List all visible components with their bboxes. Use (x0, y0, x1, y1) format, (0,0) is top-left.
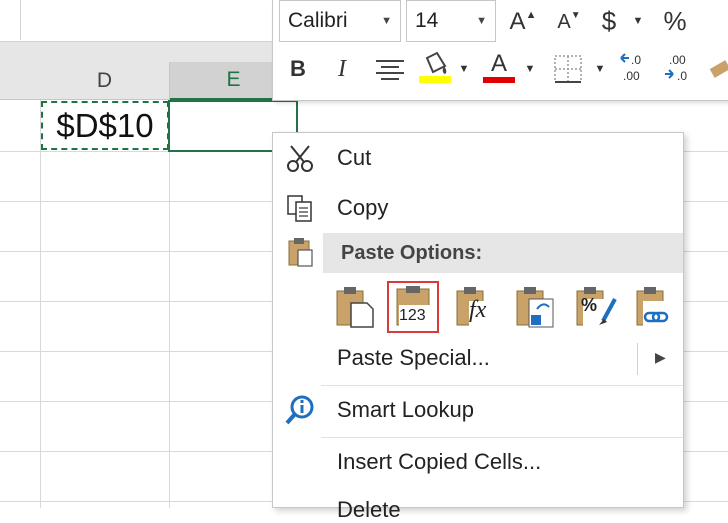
menu-item-cut[interactable]: Cut (337, 145, 371, 171)
menu-item-paste-special[interactable]: Paste Special... (337, 345, 490, 371)
smart-lookup-label: Smart Lookup (337, 397, 474, 422)
grow-font-button[interactable]: A ▲ (507, 6, 539, 38)
chevron-down-icon: ▼ (594, 63, 606, 75)
cell-d10[interactable]: $D$10 (41, 101, 169, 150)
format-painter-icon (709, 60, 728, 78)
column-label-e: E (226, 68, 241, 91)
align-center-icon (376, 60, 404, 80)
borders-icon (554, 55, 582, 83)
svg-text:.00: .00 (623, 69, 640, 83)
fill-color-button[interactable] (417, 50, 453, 86)
column-label-d: D (96, 68, 113, 92)
paste-formatting-button[interactable]: % (569, 281, 621, 333)
italic-button[interactable]: I (327, 52, 357, 86)
font-color-icon: A (490, 50, 507, 77)
grow-font-icon: A (509, 8, 526, 35)
link-icon (636, 287, 669, 327)
paint-bucket-icon (419, 51, 451, 83)
chevron-down-icon: ▼ (476, 15, 487, 27)
submenu-arrow-icon[interactable]: ▶ (655, 349, 666, 366)
paste-special-label: Paste Special... (337, 345, 490, 370)
font-size-select[interactable]: 14 ▼ (406, 0, 496, 42)
chevron-down-icon: ▼ (632, 15, 644, 27)
increase-decimal-icon: .0 .00 (620, 53, 641, 83)
chevron-down-icon: ▼ (524, 63, 536, 75)
decrease-decimal-button[interactable]: .00 .0 (661, 50, 699, 86)
fill-color-dropdown[interactable]: ▼ (455, 52, 473, 86)
insert-copied-cells-label: Insert Copied Cells... (337, 449, 542, 474)
context-menu: Cut Copy Paste Options: 123 fx % Paste S… (272, 132, 684, 522)
font-name-select[interactable]: Calibri ▼ (279, 0, 401, 42)
grid-line (40, 100, 41, 508)
delete-label: Delete (337, 497, 401, 522)
font-color-dropdown[interactable]: ▼ (521, 52, 539, 86)
font-color-button[interactable]: A (481, 50, 517, 86)
bold-icon: B (290, 56, 306, 81)
chevron-down-icon: ▼ (381, 15, 392, 27)
percent-icon: % (663, 5, 687, 36)
paste-transpose-button[interactable] (509, 281, 561, 333)
grid-line (169, 100, 170, 508)
currency-icon: $ (601, 5, 617, 36)
chevron-down-icon: ▼ (458, 63, 470, 75)
percent-button[interactable]: % (657, 4, 693, 38)
menu-separator (321, 437, 683, 438)
svg-text:.0: .0 (631, 53, 641, 67)
currency-dropdown[interactable]: ▼ (627, 4, 649, 38)
format-painter-button[interactable] (705, 56, 728, 84)
smart-lookup-icon (283, 393, 317, 427)
decrease-decimal-icon: .00 .0 (665, 53, 687, 83)
paste-button[interactable] (329, 281, 381, 333)
paste-values-text: 123 (399, 307, 426, 324)
scissors-icon (283, 141, 317, 175)
paste-options-label: Paste Options: (341, 241, 483, 264)
align-center-button[interactable] (373, 56, 407, 84)
menu-item-delete[interactable]: Delete (337, 497, 401, 523)
bold-button[interactable]: B (283, 52, 313, 86)
paste-link-button[interactable] (627, 281, 679, 333)
currency-button[interactable]: $ (595, 4, 623, 38)
paste-values-button[interactable]: 123 (387, 281, 439, 333)
formatting-icon-text: % (581, 295, 598, 315)
shrink-font-icon: A (557, 10, 571, 33)
svg-text:.00: .00 (669, 53, 686, 67)
transpose-icon (516, 287, 554, 328)
font-size-value: 14 (415, 9, 439, 32)
paste-options-header: Paste Options: (323, 233, 683, 273)
paste-icon (336, 287, 374, 328)
cut-label: Cut (337, 145, 372, 170)
menu-item-insert-copied-cells[interactable]: Insert Copied Cells... (337, 449, 541, 475)
header-strip (0, 42, 280, 62)
font-name-value: Calibri (288, 9, 348, 32)
menu-separator (321, 385, 683, 386)
formula-input[interactable] (20, 0, 291, 40)
svg-text:.0: .0 (677, 69, 687, 83)
increase-decimal-button[interactable]: .0 .00 (617, 50, 655, 86)
font-color-swatch (483, 77, 515, 83)
borders-dropdown[interactable]: ▼ (591, 52, 609, 86)
column-header-d[interactable]: D (0, 62, 170, 100)
shrink-font-button[interactable]: A ▼ (553, 6, 585, 38)
formula-icon-text: fx (469, 297, 487, 323)
cell-d10-value: $D$10 (56, 106, 154, 144)
copy-icon (283, 191, 317, 225)
submenu-divider (637, 343, 638, 375)
copy-label: Copy (337, 195, 389, 220)
italic-icon: I (338, 55, 346, 82)
paste-formulas-button[interactable]: fx (449, 281, 501, 333)
clipboard-icon (283, 235, 317, 269)
mini-toolbar: Calibri ▼ 14 ▼ A ▲ A ▼ $ ▼ % B I ▼ A ▼ ▼… (272, 0, 728, 101)
menu-item-smart-lookup[interactable]: Smart Lookup (337, 397, 474, 423)
menu-item-copy[interactable]: Copy (337, 195, 388, 221)
borders-button[interactable] (553, 54, 583, 84)
